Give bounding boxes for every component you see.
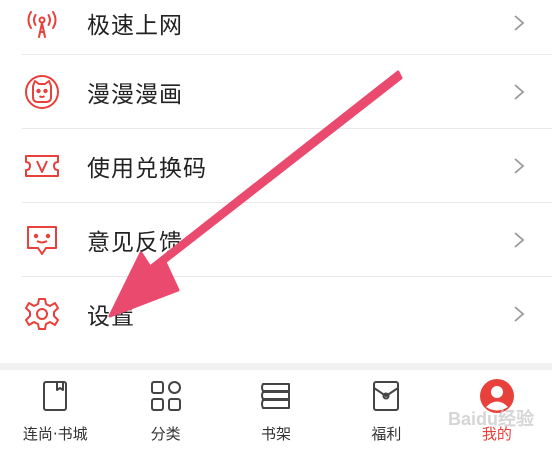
- bookshelf-icon: [258, 378, 294, 414]
- category-grid-icon: [148, 378, 184, 414]
- wifi-signal-icon: [22, 3, 62, 43]
- menu-item-label: 设置: [87, 304, 135, 330]
- comic-cat-icon: [22, 72, 62, 112]
- chevron-right-icon: [514, 158, 525, 174]
- menu-item-redeem-code[interactable]: 使用兑换码: [0, 129, 552, 203]
- tab-label: 福利: [371, 425, 402, 443]
- menu-list: 极速上网 漫漫漫画 使用兑换码 意见反馈 设置: [0, 0, 552, 351]
- chevron-right-icon: [514, 306, 525, 322]
- section-gap: [0, 363, 552, 370]
- chevron-right-icon: [514, 84, 525, 100]
- menu-item-label: 漫漫漫画: [87, 82, 183, 108]
- tab-label: 连尚·书城: [22, 425, 88, 443]
- feedback-chat-icon: [22, 220, 62, 260]
- tab-bookshelf[interactable]: 书架: [221, 370, 331, 453]
- menu-item-label: 使用兑换码: [87, 156, 207, 182]
- menu-item-settings[interactable]: 设置: [0, 277, 552, 351]
- tab-label: 分类: [150, 425, 181, 443]
- redeem-ticket-icon: [22, 146, 62, 186]
- tab-bookstore[interactable]: 连尚·书城: [0, 370, 110, 453]
- tab-welfare[interactable]: 福利: [331, 370, 441, 453]
- chevron-right-icon: [514, 232, 525, 248]
- watermark-logo: Baidu经验: [447, 409, 534, 429]
- gear-icon: [22, 294, 62, 334]
- tab-category[interactable]: 分类: [110, 370, 220, 453]
- chevron-right-icon: [514, 15, 525, 31]
- menu-item-feedback[interactable]: 意见反馈: [0, 203, 552, 277]
- bookstore-icon: [37, 378, 73, 414]
- gift-envelope-icon: [368, 378, 404, 414]
- menu-item-label: 意见反馈: [87, 230, 183, 256]
- menu-item-comics[interactable]: 漫漫漫画: [0, 55, 552, 129]
- menu-item-fast-internet[interactable]: 极速上网: [0, 0, 552, 55]
- menu-item-label: 极速上网: [87, 13, 183, 39]
- tab-label: 书架: [261, 425, 292, 443]
